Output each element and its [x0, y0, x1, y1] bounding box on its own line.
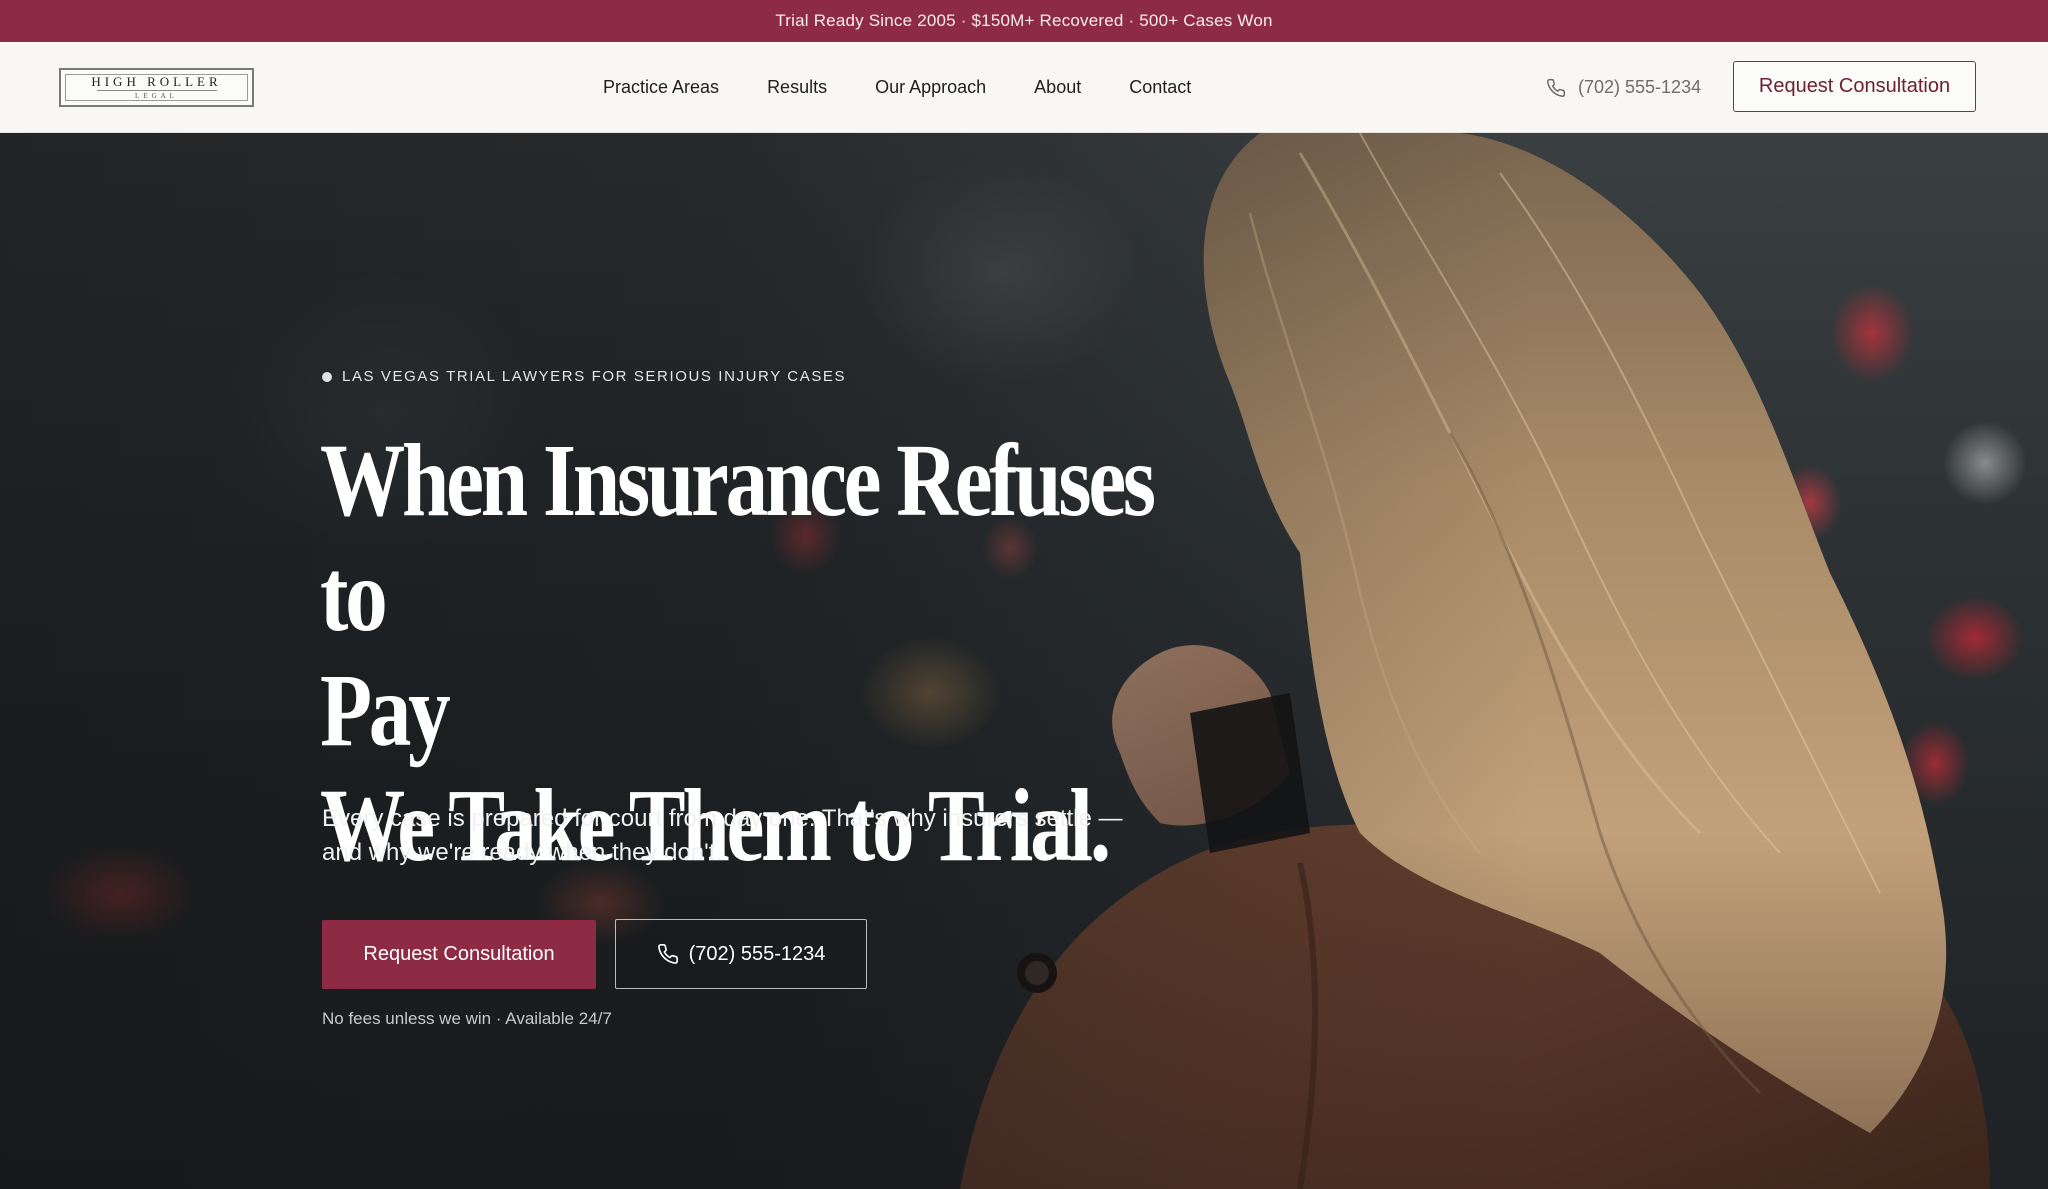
headline-line-2: Pay — [320, 653, 451, 768]
headline-line-1: When Insurance Refuses to — [320, 423, 1156, 653]
nav-results[interactable]: Results — [767, 77, 827, 98]
nav-our-approach[interactable]: Our Approach — [875, 77, 986, 98]
announcement-text: Trial Ready Since 2005 · $150M+ Recovere… — [775, 11, 1273, 30]
logo-wordmark: HIGH ROLLER — [91, 74, 222, 89]
announcement-bar: Trial Ready Since 2005 · $150M+ Recovere… — [0, 0, 2048, 42]
hero-eyebrow: LAS VEGAS TRIAL LAWYERS FOR SERIOUS INJU… — [322, 368, 846, 385]
logo-subtitle: LEGAL — [135, 92, 178, 100]
hero-eyebrow-text: LAS VEGAS TRIAL LAWYERS FOR SERIOUS INJU… — [342, 368, 847, 385]
hero-subtext: Every case is prepared for court from da… — [322, 805, 1123, 866]
hero-phone-number: (702) 555-1234 — [688, 942, 826, 965]
hero-phone-button[interactable]: (702) 555-1234 — [615, 919, 867, 989]
nav-contact[interactable]: Contact — [1129, 77, 1191, 98]
hero-fineprint: No fees unless we win · Available 24/7 — [322, 1009, 612, 1028]
header-phone-link[interactable]: (702) 555-1234 — [1546, 42, 1701, 133]
logo-divider — [96, 90, 217, 91]
logo[interactable]: HIGH ROLLER LEGAL — [59, 68, 254, 107]
main-nav: Practice Areas Results Our Approach Abou… — [603, 42, 1191, 133]
hero-request-consultation-button[interactable]: Request Consultation — [322, 920, 596, 989]
phone-icon — [1547, 78, 1566, 97]
eyebrow-dot-icon — [322, 371, 332, 382]
hero-section: LAS VEGAS TRIAL LAWYERS FOR SERIOUS INJU… — [0, 133, 2048, 1189]
nav-practice-areas[interactable]: Practice Areas — [603, 77, 719, 98]
header-phone-number: (702) 555-1234 — [1578, 77, 1702, 97]
site-header: HIGH ROLLER LEGAL Practice Areas Results… — [0, 42, 2048, 133]
header-request-consultation-button[interactable]: Request Consultation — [1733, 61, 1976, 112]
logo-frame: HIGH ROLLER LEGAL — [65, 74, 248, 101]
phone-icon — [657, 944, 678, 964]
nav-about[interactable]: About — [1034, 77, 1081, 98]
